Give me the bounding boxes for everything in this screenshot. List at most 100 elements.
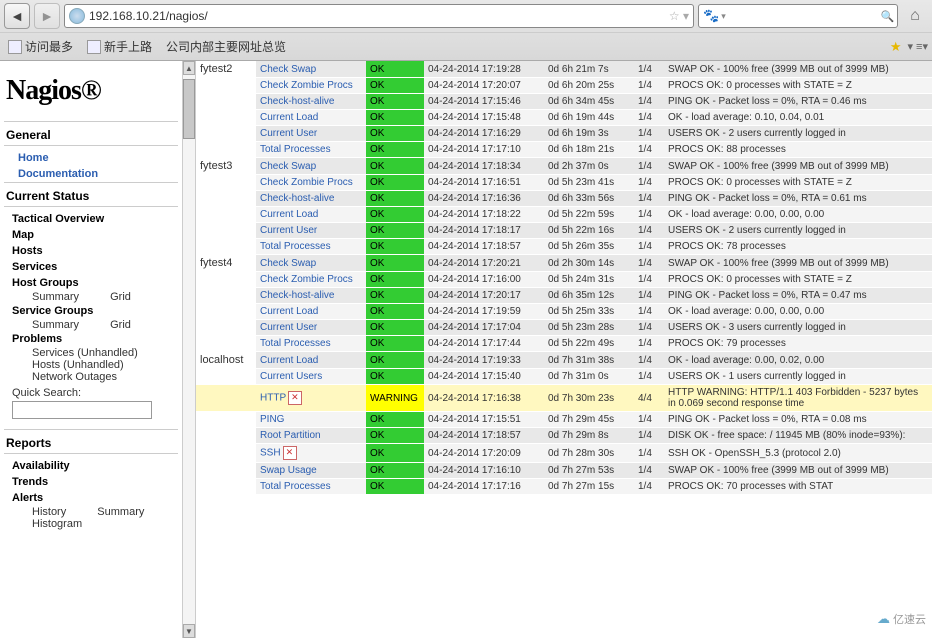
link-services[interactable]: Services [4,259,178,275]
attempt-cell: 1/4 [634,352,664,369]
link-docs[interactable]: Documentation [4,166,178,182]
service-cell[interactable]: Check Swap [256,61,366,78]
disabled-notification-icon [288,391,302,405]
bookmark-most-visited[interactable]: 访问最多 [4,36,77,57]
status-cell: OK [366,207,424,223]
service-cell[interactable]: Check Swap [256,158,366,175]
bookmark-getting-started[interactable]: 新手上路 [83,36,156,57]
service-cell[interactable]: Current Load [256,352,366,369]
attempt-cell: 1/4 [634,175,664,191]
forward-button[interactable]: ► [34,3,60,29]
statusinfo-cell: SWAP OK - 100% free (3999 MB out of 3999… [664,463,932,479]
attempt-cell: 1/4 [634,142,664,158]
link-sg-summary[interactable]: Summary [4,318,79,332]
service-cell[interactable]: HTTP [256,385,366,412]
service-cell[interactable]: Current User [256,320,366,336]
lastcheck-cell: 04-24-2014 17:20:21 [424,255,544,272]
attempt-cell: 1/4 [634,239,664,255]
service-status-table: fytest2Check SwapOK04-24-2014 17:19:280d… [196,61,932,495]
service-row: Root PartitionOK04-24-2014 17:18:570d 7h… [196,428,932,444]
service-cell[interactable]: Total Processes [256,142,366,158]
statusinfo-cell: PROCS OK: 70 processes with STAT [664,479,932,495]
status-cell: OK [366,158,424,175]
status-cell: OK [366,191,424,207]
link-problems[interactable]: Problems [4,331,178,347]
status-cell: OK [366,175,424,191]
link-home[interactable]: Home [4,150,178,166]
link-hostgroups[interactable]: Host Groups [4,275,178,291]
host-cell[interactable]: fytest4 [196,255,256,272]
link-map[interactable]: Map [4,227,178,243]
home-button[interactable]: ⌂ [902,3,928,29]
scroll-thumb[interactable] [183,79,195,139]
link-hosts[interactable]: Hosts [4,243,178,259]
link-trends[interactable]: Trends [4,474,178,490]
attempt-cell: 1/4 [634,207,664,223]
service-cell[interactable]: Current Users [256,369,366,385]
statusinfo-cell: PROCS OK: 88 processes [664,142,932,158]
attempt-cell: 1/4 [634,61,664,78]
host-cell[interactable]: fytest2 [196,61,256,78]
service-cell[interactable]: Current Load [256,304,366,320]
service-cell[interactable]: Check Zombie Procs [256,272,366,288]
service-cell[interactable]: Current User [256,126,366,142]
service-cell[interactable]: Check-host-alive [256,94,366,110]
service-cell[interactable]: Check Zombie Procs [256,78,366,94]
link-histogram[interactable]: Histogram [4,517,82,531]
frame-scrollbar[interactable]: ▲ ▼ [182,61,196,638]
host-cell [196,272,256,288]
scroll-track[interactable] [183,75,195,624]
link-availability[interactable]: Availability [4,458,178,474]
url-bar[interactable]: 192.168.10.21/nagios/ ☆ ▾ [64,4,694,28]
service-cell[interactable]: Root Partition [256,428,366,444]
scroll-down-icon[interactable]: ▼ [183,624,195,638]
service-cell[interactable]: Check-host-alive [256,288,366,304]
link-outages[interactable]: Network Outages [4,370,117,384]
page-icon [8,40,22,54]
host-cell [196,304,256,320]
lastcheck-cell: 04-24-2014 17:20:07 [424,78,544,94]
back-button[interactable]: ◄ [4,3,30,29]
bookmark-star-icon[interactable]: ★ [890,39,902,55]
service-cell[interactable]: Check Zombie Procs [256,175,366,191]
link-hg-summary[interactable]: Summary [4,290,79,304]
scroll-up-icon[interactable]: ▲ [183,61,195,75]
status-cell: OK [366,352,424,369]
service-cell[interactable]: PING [256,412,366,428]
attempt-cell: 1/4 [634,412,664,428]
link-alerts[interactable]: Alerts [4,490,178,506]
overflow-menu-icon[interactable]: ▾ ≡▾ [907,40,928,53]
service-cell[interactable]: Current Load [256,110,366,126]
host-cell[interactable]: localhost [196,352,256,369]
duration-cell: 0d 5h 26m 35s [544,239,634,255]
service-cell[interactable]: Total Processes [256,479,366,495]
service-cell[interactable]: SSH [256,444,366,463]
service-cell[interactable]: Check-host-alive [256,191,366,207]
statusinfo-cell: PING OK - Packet loss = 0%, RTA = 0.61 m… [664,191,932,207]
service-cell[interactable]: Total Processes [256,239,366,255]
service-cell[interactable]: Current User [256,223,366,239]
service-cell[interactable]: Total Processes [256,336,366,352]
link-servicegroups[interactable]: Service Groups [4,303,178,319]
link-sg-grid[interactable]: Grid [82,318,131,332]
link-hg-grid[interactable]: Grid [82,290,131,304]
lastcheck-cell: 04-24-2014 17:15:51 [424,412,544,428]
statusinfo-cell: OK - load average: 0.10, 0.04, 0.01 [664,110,932,126]
search-go-icon[interactable]: 🔍 [881,10,895,23]
search-box[interactable]: 🐾 ▾ 🔍 [698,4,898,28]
link-tactical[interactable]: Tactical Overview [4,211,178,227]
host-cell [196,444,256,463]
status-cell: OK [366,288,424,304]
service-cell[interactable]: Swap Usage [256,463,366,479]
service-cell[interactable]: Check Swap [256,255,366,272]
attempt-cell: 1/4 [634,78,664,94]
bookmark-company[interactable]: 公司内部主要网址总览 [162,36,290,57]
service-row: Current LoadOK04-24-2014 17:19:590d 5h 2… [196,304,932,320]
host-cell[interactable]: fytest3 [196,158,256,175]
lastcheck-cell: 04-24-2014 17:19:33 [424,352,544,369]
service-cell[interactable]: Current Load [256,207,366,223]
duration-cell: 0d 7h 31m 0s [544,369,634,385]
quicksearch-input[interactable] [12,401,152,419]
search-input[interactable] [726,9,881,23]
status-cell: OK [366,304,424,320]
